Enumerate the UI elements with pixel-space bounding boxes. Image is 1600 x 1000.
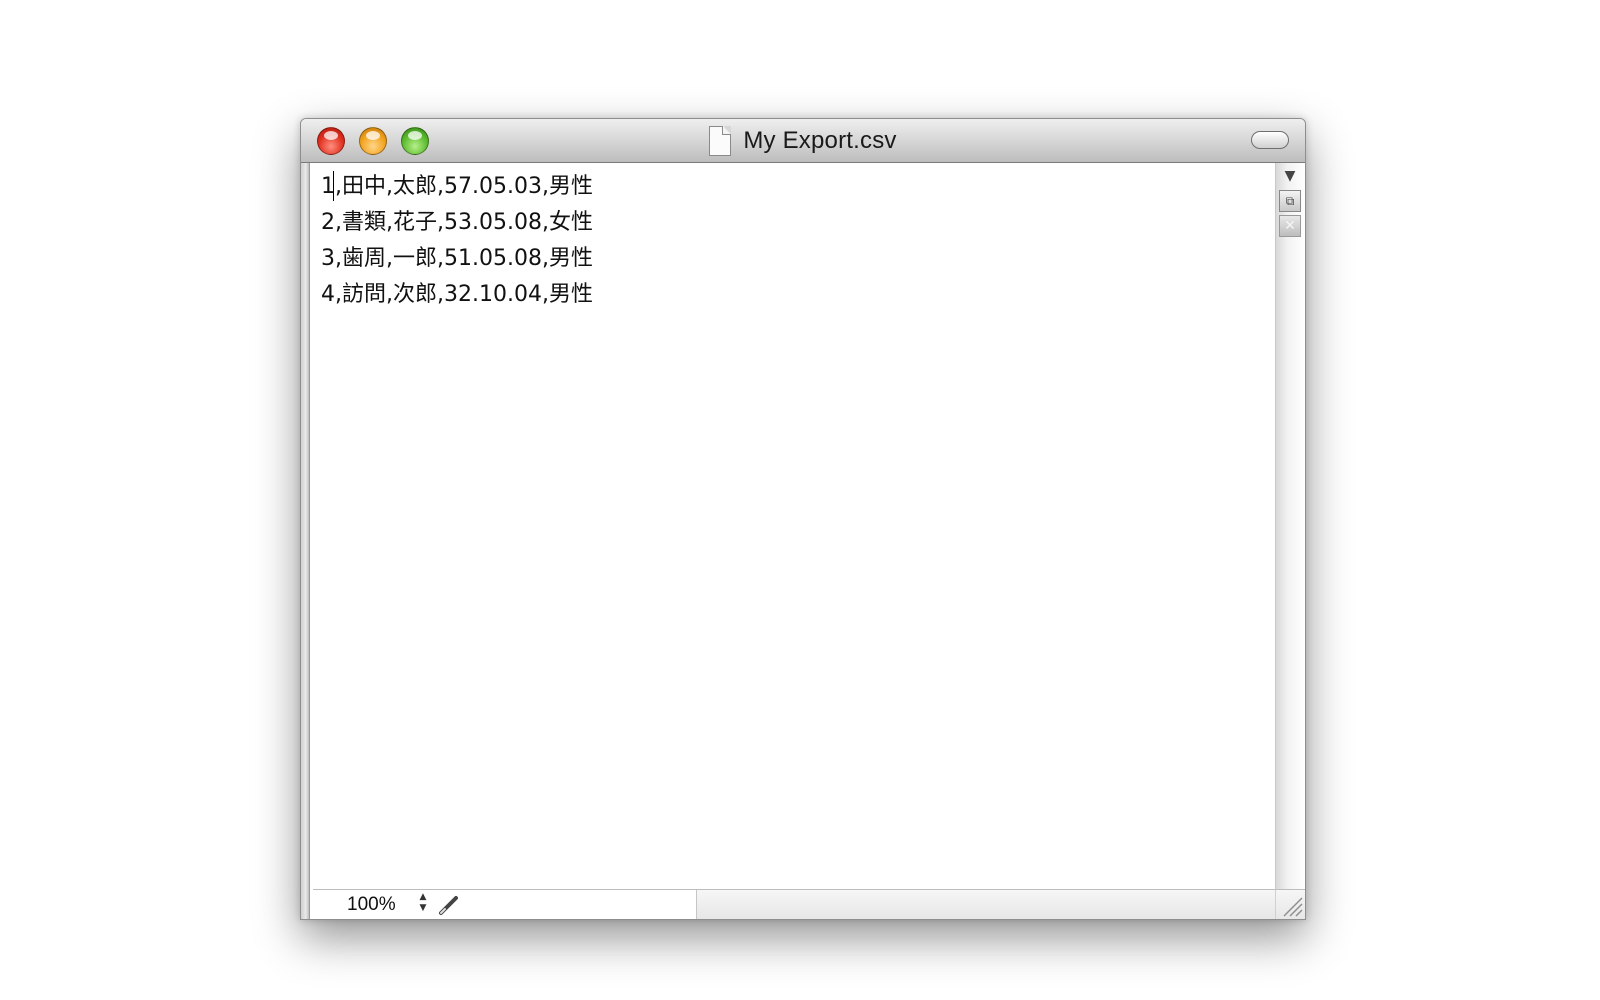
chevron-down-icon[interactable]: ▼ xyxy=(417,903,429,914)
chevron-up-icon[interactable]: ▲ xyxy=(417,892,429,903)
text-line[interactable]: 3,歯周,一郎,51.05.08,男性 xyxy=(321,241,1275,277)
zoom-level[interactable]: 100% xyxy=(347,894,396,916)
editor-content: 1,田中,太郎,57.05.03,男性 2,書類,花子,53.05.08,女性 … xyxy=(301,163,1305,919)
window-title: My Export.csv xyxy=(743,127,897,154)
document-icon xyxy=(709,126,732,156)
text-editor-area[interactable]: 1,田中,太郎,57.05.03,男性 2,書類,花子,53.05.08,女性 … xyxy=(313,163,1275,889)
title-bar[interactable]: My Export.csv xyxy=(301,119,1305,163)
zoom-stepper[interactable]: ▲ ▼ xyxy=(417,892,429,916)
toolbar-toggle-button[interactable] xyxy=(1251,131,1289,149)
text-line[interactable]: 4,訪問,次郎,32.10.04,男性 xyxy=(321,277,1275,313)
document-window: My Export.csv 1,田中,太郎,57.05.03,男性 2,書類,花… xyxy=(300,118,1306,920)
window-title-area: My Export.csv xyxy=(301,119,1305,163)
text-caret xyxy=(333,171,334,201)
status-bar: 100% ▲ ▼ xyxy=(313,889,1275,919)
dropdown-arrow-icon[interactable]: ▼ xyxy=(1279,165,1301,187)
resize-grip-lines xyxy=(1283,897,1303,917)
left-edge-border xyxy=(301,163,310,919)
zoom-control[interactable]: 100% ▲ ▼ xyxy=(313,890,697,919)
split-view-icon[interactable]: ⧉ xyxy=(1279,190,1301,212)
right-side-scroll-area[interactable]: ▼ ⧉ ✕ xyxy=(1275,163,1305,889)
text-line[interactable]: 1,田中,太郎,57.05.03,男性 xyxy=(321,169,1275,205)
text-line[interactable]: 2,書類,花子,53.05.08,女性 xyxy=(321,205,1275,241)
resize-grip-icon[interactable] xyxy=(1275,889,1305,919)
pencil-icon[interactable] xyxy=(437,893,461,917)
close-split-icon[interactable]: ✕ xyxy=(1279,215,1301,237)
